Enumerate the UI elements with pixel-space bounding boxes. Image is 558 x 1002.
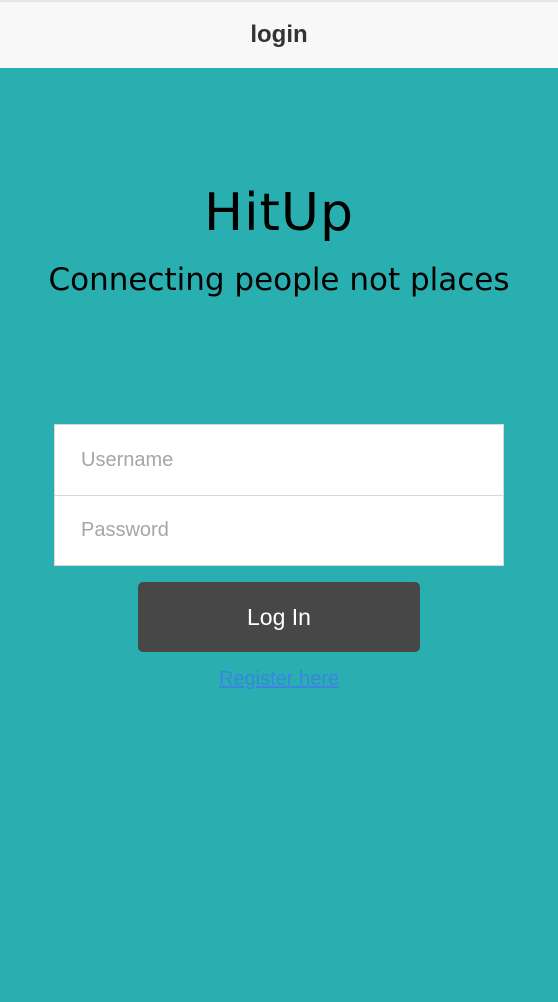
app-tagline: Connecting people not places	[48, 262, 510, 298]
page-title: login	[250, 21, 308, 48]
username-input[interactable]	[55, 425, 503, 495]
login-content: HitUp Connecting people not places Log I…	[0, 68, 558, 1002]
app-title: HitUp	[203, 183, 354, 243]
login-button[interactable]: Log In	[138, 582, 420, 652]
register-link[interactable]: Register here	[0, 668, 558, 691]
login-form	[54, 424, 504, 566]
password-input[interactable]	[55, 495, 503, 565]
nav-bar: login	[0, 0, 558, 68]
